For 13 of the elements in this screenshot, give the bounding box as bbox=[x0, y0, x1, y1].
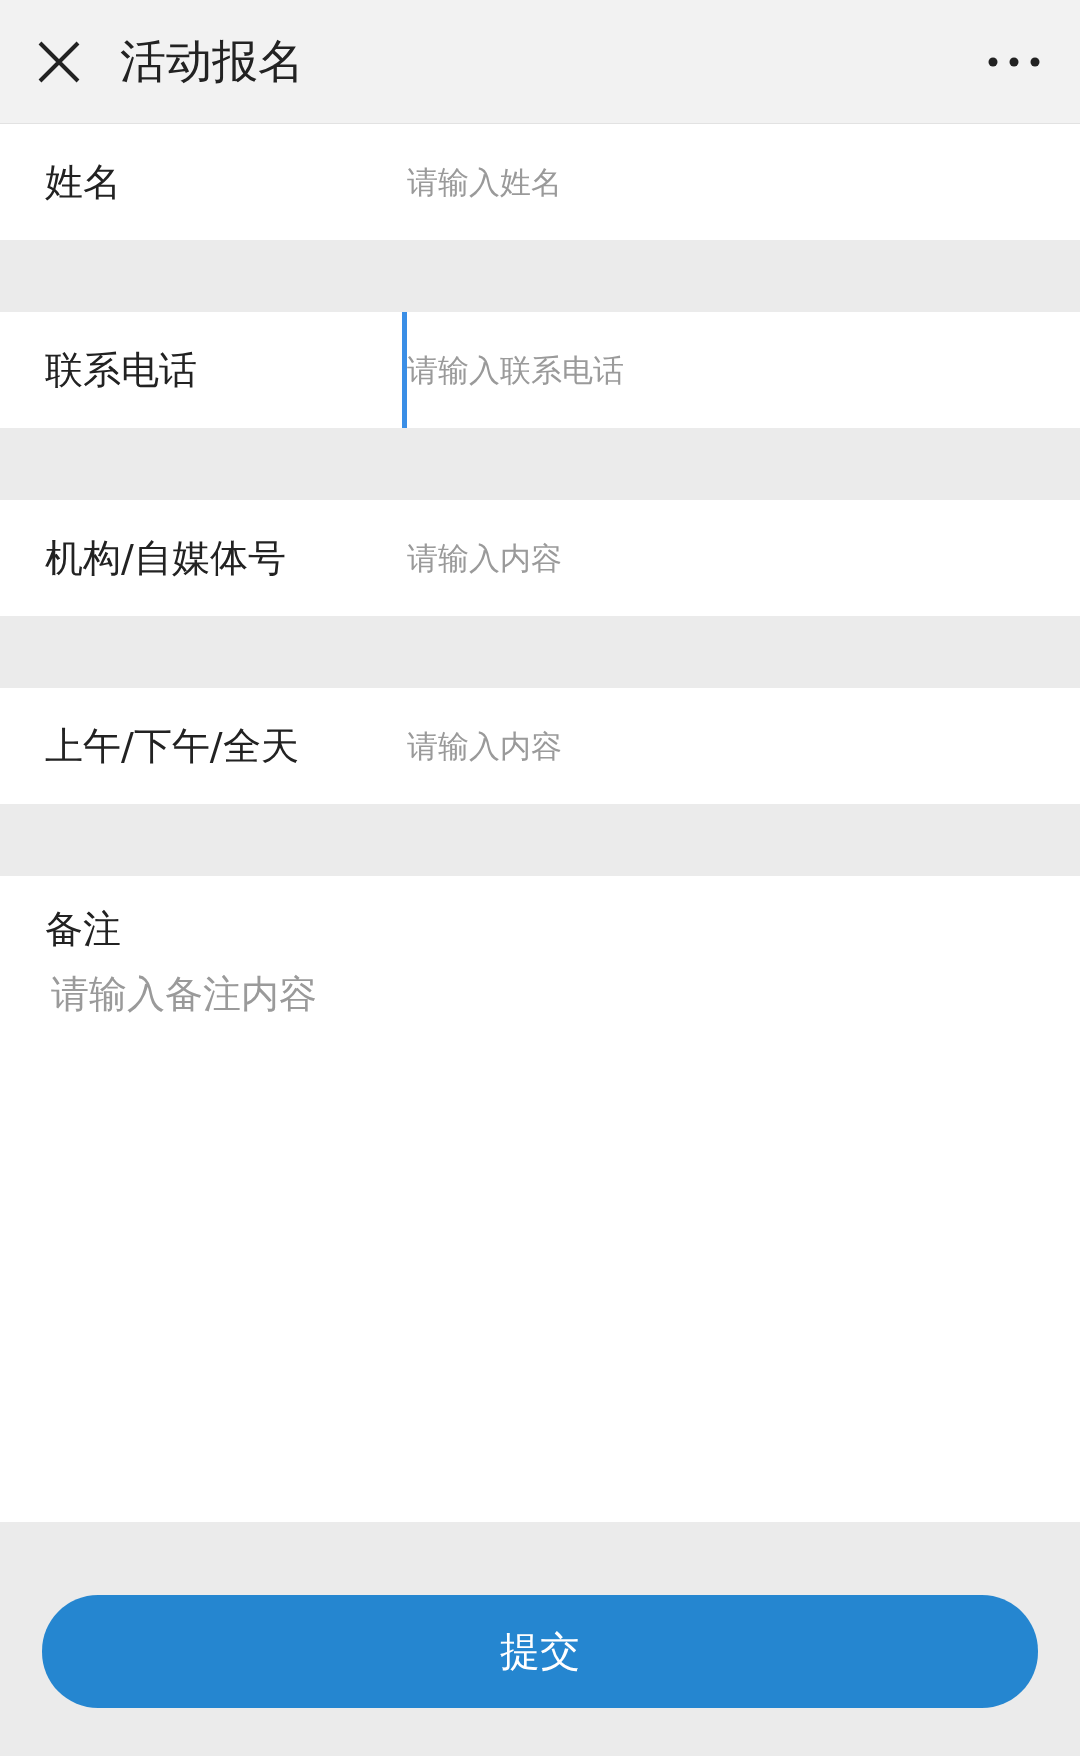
more-button[interactable] bbox=[988, 56, 1040, 67]
field-label: 姓名 bbox=[0, 124, 402, 240]
page-title: 活动报名 bbox=[120, 32, 305, 90]
close-icon bbox=[38, 40, 80, 83]
field-label: 机构/自媒体号 bbox=[0, 500, 402, 616]
close-button[interactable] bbox=[38, 40, 80, 83]
input-field[interactable]: 请输入联系电话 bbox=[402, 312, 1080, 428]
field-label: 备注 bbox=[0, 876, 1080, 969]
notes-field[interactable]: 请输入备注内容 bbox=[0, 969, 1080, 1522]
field-label: 上午/下午/全天 bbox=[0, 688, 402, 804]
field-label: 联系电话 bbox=[0, 312, 402, 428]
more-icon bbox=[988, 56, 1040, 67]
submit-button[interactable]: 提交 bbox=[42, 1595, 1038, 1708]
